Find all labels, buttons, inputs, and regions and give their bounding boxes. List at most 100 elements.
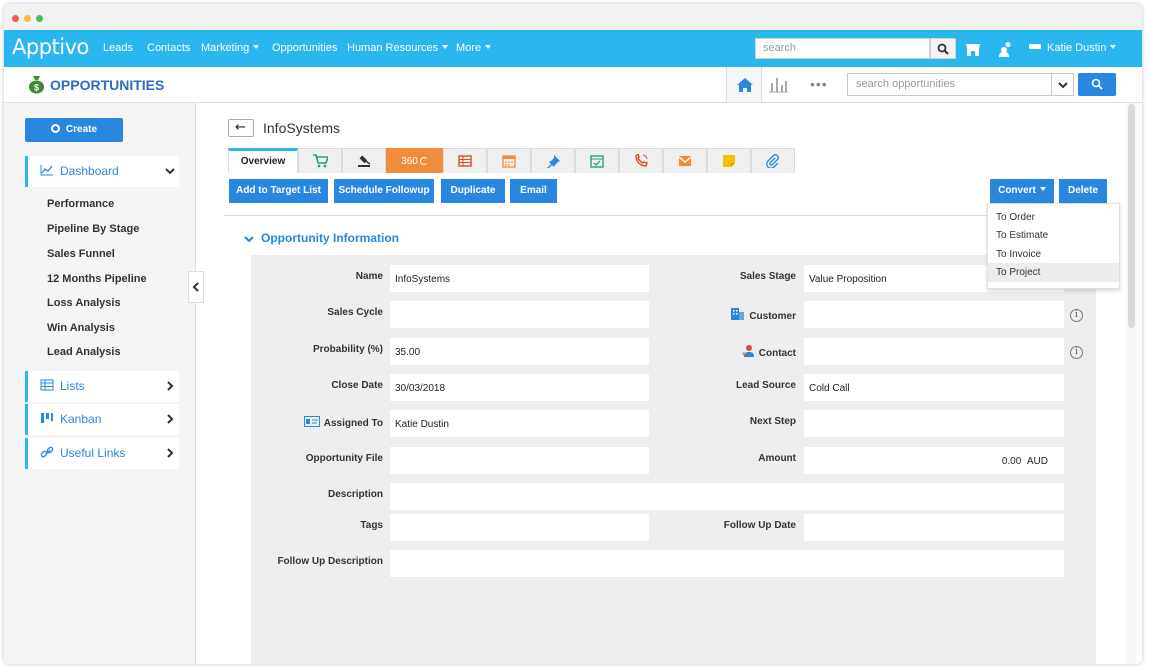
home-button[interactable] — [726, 67, 762, 102]
tab-estimates[interactable] — [443, 148, 487, 173]
delete-button[interactable]: Delete — [1059, 179, 1107, 203]
tab-attachments[interactable] — [751, 148, 795, 173]
description-field[interactable] — [390, 483, 1064, 510]
bar-chart-icon[interactable] — [766, 75, 790, 93]
store-icon[interactable] — [965, 41, 981, 57]
lead-source-label: Lead Source — [735, 380, 796, 391]
follow-up-description-label: Follow Up Description — [277, 556, 383, 567]
convert-button[interactable]: Convert — [990, 179, 1054, 203]
minimize-window-dot[interactable] — [24, 15, 31, 22]
user-menu[interactable]: Katie Dustin — [1029, 42, 1117, 54]
sidebar-link-lead-analysis[interactable]: Lead Analysis — [47, 346, 121, 358]
menu-item-to-invoice[interactable]: To Invoice — [988, 245, 1119, 264]
tab-bids[interactable] — [342, 148, 386, 173]
sidebar-item-useful-links[interactable]: Useful Links — [25, 438, 179, 469]
sidebar-link-sales-funnel[interactable]: Sales Funnel — [47, 248, 115, 260]
close-window-dot[interactable] — [12, 15, 19, 22]
next-step-field[interactable] — [804, 410, 1064, 437]
add-to-target-list-button[interactable]: Add to Target List — [229, 179, 328, 203]
info-icon[interactable]: i — [1070, 346, 1083, 359]
tab-360-view[interactable]: 360 — [386, 148, 443, 173]
follow-up-date-field[interactable] — [804, 514, 1064, 541]
chevron-right-icon — [167, 381, 174, 391]
chevron-down-icon[interactable] — [244, 236, 254, 244]
kanban-icon — [41, 413, 53, 423]
user-name: Katie Dustin — [1047, 42, 1107, 54]
sidebar-link-performance[interactable]: Performance — [47, 198, 114, 210]
divider — [224, 215, 1106, 216]
tab-tasks[interactable] — [575, 148, 619, 173]
amount-label: Amount — [758, 453, 796, 464]
follow-up-description-field[interactable] — [390, 550, 1064, 577]
name-field[interactable]: InfoSystems — [390, 265, 649, 292]
global-search-input[interactable]: search — [755, 38, 930, 59]
sidebar-link-pipeline-by-stage[interactable]: Pipeline By Stage — [47, 223, 139, 235]
opportunity-file-field[interactable] — [390, 447, 649, 474]
name-label: Name — [355, 271, 383, 282]
create-button[interactable]: Create — [25, 118, 123, 142]
sales-cycle-field[interactable] — [390, 301, 649, 328]
duplicate-button[interactable]: Duplicate — [441, 179, 505, 203]
description-label: Description — [327, 489, 383, 500]
id-card-icon — [303, 416, 320, 427]
info-icon[interactable]: i — [1070, 309, 1083, 322]
tab-calls[interactable] — [619, 148, 663, 173]
scrollbar-thumb[interactable] — [1128, 104, 1135, 328]
tab-sticky-notes[interactable] — [707, 148, 751, 173]
opportunity-search-dropdown[interactable] — [1052, 73, 1074, 96]
chevron-right-icon — [167, 448, 174, 458]
user-settings-icon[interactable] — [997, 41, 1013, 57]
probability-field[interactable]: 35.00 — [390, 338, 649, 365]
lead-source-field[interactable]: Cold Call — [804, 374, 1064, 401]
app-window: Apptivo Leads Contacts Marketing Opportu… — [4, 4, 1142, 664]
apptivo-logo[interactable]: Apptivo — [12, 35, 89, 59]
sidebar-item-kanban[interactable]: Kanban — [25, 404, 179, 435]
tab-overview[interactable]: Overview — [228, 148, 298, 173]
nav-more[interactable]: More — [456, 42, 492, 54]
opportunity-search-button[interactable] — [1078, 73, 1116, 96]
table-icon — [40, 379, 54, 391]
global-search-button[interactable] — [930, 38, 956, 59]
nav-human-resources[interactable]: Human Resources — [347, 42, 449, 54]
sidebar-item-lists[interactable]: Lists — [25, 371, 179, 402]
more-options-icon[interactable]: ••• — [810, 76, 828, 92]
customer-field[interactable] — [804, 301, 1064, 328]
assigned-to-field[interactable]: Katie Dustin — [390, 410, 649, 437]
back-button[interactable]: ← — [228, 119, 254, 137]
nav-opportunities[interactable]: Opportunities — [272, 42, 337, 54]
section-title[interactable]: Opportunity Information — [261, 231, 399, 245]
tags-field[interactable] — [390, 514, 649, 541]
tab-emails[interactable] — [663, 148, 707, 173]
menu-item-to-project[interactable]: To Project — [988, 263, 1119, 282]
arrow-left-icon: ← — [235, 120, 246, 135]
menu-item-to-estimate[interactable]: To Estimate — [988, 226, 1119, 245]
sidebar-link-12-months-pipeline[interactable]: 12 Months Pipeline — [47, 273, 147, 285]
schedule-followup-button[interactable]: Schedule Followup — [334, 179, 434, 203]
sidebar-link-win-analysis[interactable]: Win Analysis — [47, 322, 115, 334]
paperclip-icon — [766, 154, 779, 168]
maximize-window-dot[interactable] — [36, 15, 43, 22]
nav-contacts[interactable]: Contacts — [147, 42, 190, 54]
nav-marketing[interactable]: Marketing — [201, 42, 260, 54]
tab-notes[interactable] — [531, 148, 575, 173]
close-date-field[interactable]: 30/03/2018 — [390, 374, 649, 401]
nav-leads[interactable]: Leads — [103, 42, 133, 54]
money-bag-icon: $ — [29, 76, 44, 94]
gavel-icon — [358, 155, 371, 167]
sidebar-link-loss-analysis[interactable]: Loss Analysis — [47, 297, 121, 309]
menu-item-to-order[interactable]: To Order — [988, 208, 1119, 227]
contact-field[interactable] — [804, 338, 1064, 365]
sidebar-item-dashboard[interactable]: Dashboard — [25, 156, 179, 187]
opportunity-search-input[interactable]: search opportunities — [847, 73, 1052, 96]
tab-calendar[interactable] — [487, 148, 531, 173]
calendar-check-icon — [590, 155, 604, 168]
tab-orders[interactable] — [298, 148, 342, 173]
add-circle-icon — [50, 124, 60, 133]
contact-person-icon — [741, 345, 754, 357]
amount-field[interactable]: 0.00 AUD — [804, 447, 1064, 474]
main-content: ← InfoSystems Overview 360 Add to Target… — [196, 103, 1142, 664]
email-button[interactable]: Email — [510, 179, 557, 203]
tab-360-text: 360 — [401, 156, 418, 167]
nav-more-label: More — [456, 42, 482, 54]
contact-label-text: Contact — [758, 348, 796, 359]
